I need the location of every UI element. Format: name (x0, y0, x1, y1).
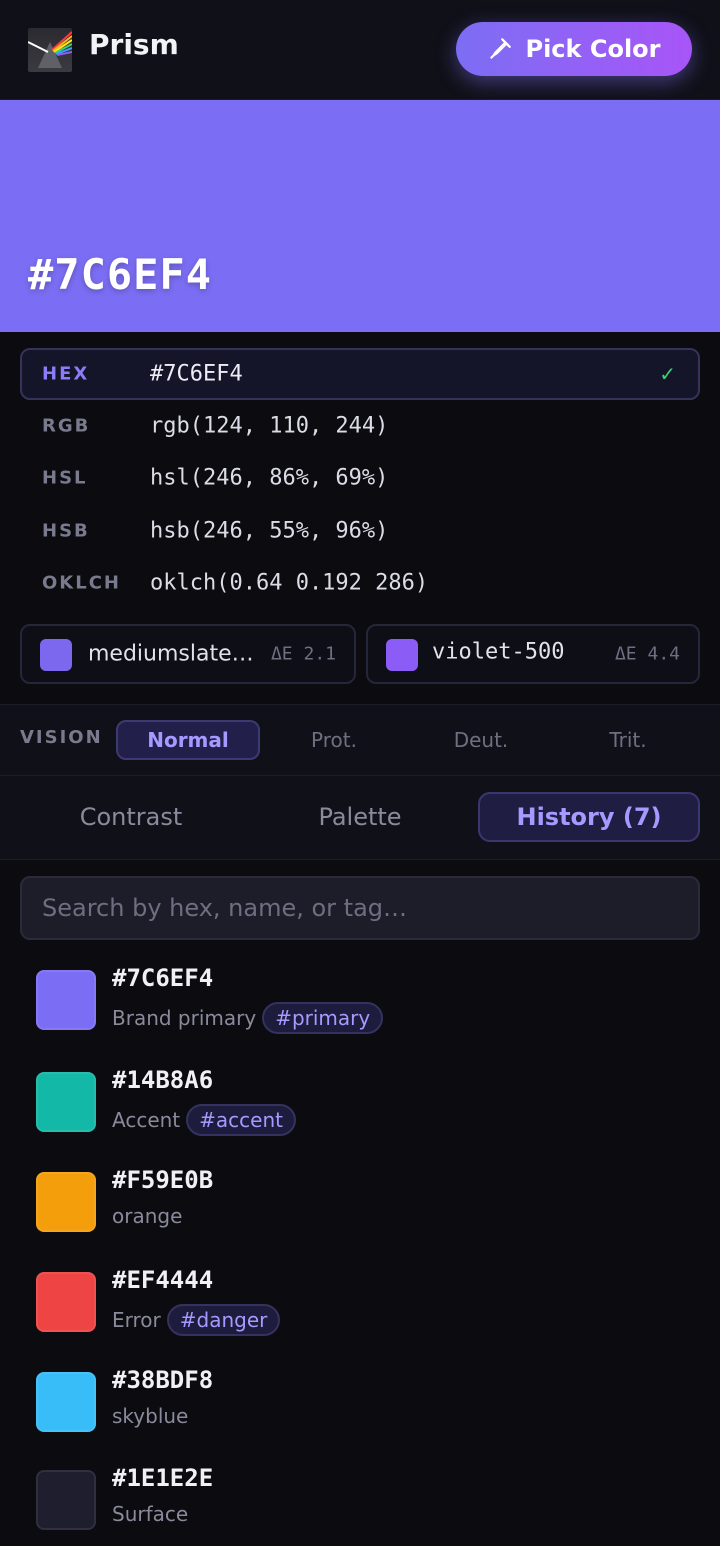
format-value: rgb(124, 110, 244) (150, 413, 389, 439)
history-item[interactable]: #7C6EF4 Brand primary #primary (0, 964, 720, 1060)
app-header: Prism Pick Color (0, 0, 720, 100)
format-value: hsl(246, 86%, 69%) (150, 465, 389, 491)
tag-badge[interactable]: #primary (262, 1002, 384, 1034)
eyedropper-icon (490, 38, 512, 59)
color-name: mediumslate… (88, 641, 254, 667)
format-label: HEX (42, 363, 90, 385)
vision-option-tritanopia[interactable]: Trit. (556, 720, 700, 760)
delta-e: ΔE 4.4 (614, 643, 680, 665)
color-swatch (36, 1470, 96, 1530)
format-label: HSB (42, 520, 90, 542)
color-swatch (36, 1372, 96, 1432)
nearest-name-chip[interactable]: mediumslate… ΔE 2.1 (20, 624, 356, 684)
history-hex: #7C6EF4 (112, 964, 214, 992)
color-swatch (36, 1072, 96, 1132)
history-name: Brand primary (112, 1006, 257, 1030)
history-item[interactable]: #1E1E2E Surface (0, 1464, 720, 1546)
vision-label: VISION (20, 727, 103, 748)
history-hex: #EF4444 (112, 1266, 214, 1294)
format-label: OKLCH (42, 572, 121, 594)
prism-logo-icon (28, 28, 72, 72)
history-name: skyblue (112, 1404, 189, 1428)
color-preview[interactable]: #7C6EF4 (0, 100, 720, 332)
format-row-oklch[interactable]: OKLCH oklch(0.64 0.192 286) (20, 557, 700, 609)
history-item[interactable]: #14B8A6 Accent #accent (0, 1066, 720, 1162)
tab-contrast[interactable]: Contrast (20, 792, 242, 842)
tab-bar: Contrast Palette History (7) (0, 776, 720, 860)
vision-option-protanopia[interactable]: Prot. (262, 720, 406, 760)
history-hex: #38BDF8 (112, 1366, 214, 1394)
vision-option-deuteranopia[interactable]: Deut. (409, 720, 553, 760)
preview-hex: #7C6EF4 (28, 250, 213, 299)
format-value: hsb(246, 55%, 96%) (150, 518, 389, 544)
history-name: Surface (112, 1502, 189, 1526)
tab-history[interactable]: History (7) (478, 792, 700, 842)
format-value: oklch(0.64 0.192 286) (150, 570, 429, 596)
color-swatch (40, 639, 72, 671)
history-hex: #14B8A6 (112, 1066, 214, 1094)
format-row-hex[interactable]: HEX #7C6EF4 ✓ (20, 348, 700, 400)
history-name: Error (112, 1308, 161, 1332)
search-input[interactable] (20, 876, 700, 940)
history-item[interactable]: #F59E0B orange (0, 1166, 720, 1262)
history-meta: Surface (112, 1502, 188, 1526)
vision-option-normal[interactable]: Normal (116, 720, 260, 760)
history-hex: #F59E0B (112, 1166, 214, 1194)
pick-color-label: Pick Color (525, 35, 661, 63)
history-meta: Brand primary #primary (112, 1002, 384, 1034)
format-row-rgb[interactable]: RGB rgb(124, 110, 244) (20, 400, 700, 452)
app-title: Prism (89, 28, 179, 61)
history-name: orange (112, 1204, 183, 1228)
color-name: violet-500 (432, 639, 565, 665)
history-item[interactable]: #38BDF8 skyblue (0, 1366, 720, 1462)
history-hex: #1E1E2E (112, 1464, 214, 1492)
delta-e: ΔE 2.1 (270, 643, 336, 665)
color-swatch (36, 1272, 96, 1332)
format-label: RGB (42, 415, 91, 437)
nearest-name-chip[interactable]: violet-500 ΔE 4.4 (366, 624, 700, 684)
history-name: Accent (112, 1108, 181, 1132)
format-label: HSL (42, 467, 88, 489)
history-meta: Error #danger (112, 1304, 281, 1336)
history-item[interactable]: #EF4444 Error #danger (0, 1266, 720, 1362)
check-icon: ✓ (659, 362, 676, 386)
history-meta: orange (112, 1204, 182, 1228)
color-swatch (386, 639, 418, 671)
tag-badge[interactable]: #danger (166, 1304, 281, 1336)
history-meta: skyblue (112, 1404, 188, 1428)
tab-palette[interactable]: Palette (249, 792, 471, 842)
pick-color-button[interactable]: Pick Color (456, 22, 692, 76)
tag-badge[interactable]: #accent (186, 1104, 296, 1136)
color-swatch (36, 970, 96, 1030)
history-meta: Accent #accent (112, 1104, 296, 1136)
format-row-hsb[interactable]: HSB hsb(246, 55%, 96%) (20, 505, 700, 557)
format-value: #7C6EF4 (150, 361, 243, 387)
format-row-hsl[interactable]: HSL hsl(246, 86%, 69%) (20, 452, 700, 504)
vision-simulator: VISION Normal Prot. Deut. Trit. (0, 704, 720, 776)
color-swatch (36, 1172, 96, 1232)
